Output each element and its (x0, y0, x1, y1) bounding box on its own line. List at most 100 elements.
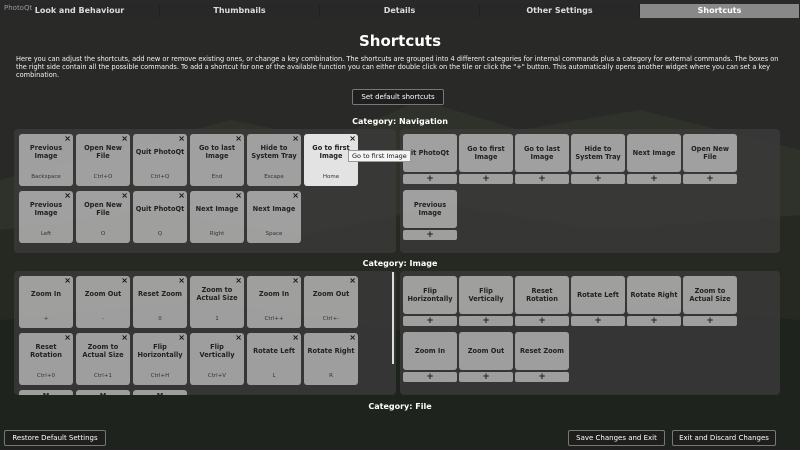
shortcut-key: L (272, 373, 276, 379)
add-shortcut-button[interactable]: + (459, 372, 513, 382)
add-shortcut-button[interactable]: + (403, 372, 457, 382)
save-changes-exit-button[interactable]: Save Changes and Exit (568, 430, 665, 446)
remove-shortcut-icon[interactable]: × (64, 191, 71, 200)
remove-shortcut-icon[interactable]: × (121, 333, 128, 342)
restore-default-settings-button[interactable]: Restore Default Settings (4, 430, 106, 446)
remove-shortcut-icon[interactable]: × (349, 134, 356, 143)
remove-shortcut-icon[interactable]: × (178, 333, 185, 342)
tab-other-settings[interactable]: Other Settings (480, 4, 640, 18)
available-command-tile[interactable]: Next Image (627, 134, 681, 172)
scrollbar[interactable] (392, 272, 394, 364)
remove-shortcut-icon[interactable]: × (292, 276, 299, 285)
available-command-tile[interactable]: Flip Horizontally (403, 276, 457, 314)
remove-shortcut-icon[interactable]: × (292, 191, 299, 200)
shortcut-tile[interactable]: Rotate Right R × (304, 333, 358, 385)
add-shortcut-button[interactable]: + (683, 174, 737, 184)
available-command-tile[interactable]: Open New File (683, 134, 737, 172)
shortcut-tile[interactable]: Quit PhotoQt Ctrl+Q × (133, 134, 187, 186)
remove-shortcut-icon[interactable]: × (349, 276, 356, 285)
shortcut-key: Ctrl+V (207, 373, 227, 379)
available-command-tile[interactable]: Hide to System Tray (571, 134, 625, 172)
shortcut-tile[interactable]: Rotate Left L × (247, 333, 301, 385)
available-command-tile[interactable]: Flip Vertically (459, 276, 513, 314)
shortcut-tile[interactable]: Flip Vertically Ctrl+V × (190, 333, 244, 385)
add-shortcut-button[interactable]: + (403, 230, 457, 240)
available-command-tile[interactable]: Rotate Left (571, 276, 625, 314)
remove-shortcut-icon[interactable]: × (235, 191, 242, 200)
add-shortcut-button[interactable]: + (459, 174, 513, 184)
exit-discard-changes-button[interactable]: Exit and Discard Changes (672, 430, 776, 446)
remove-shortcut-icon[interactable]: × (64, 276, 71, 285)
available-command-tile[interactable]: Zoom to Actual Size (683, 276, 737, 314)
available-command-tile[interactable]: it PhotoQt (403, 134, 457, 172)
remove-shortcut-icon[interactable]: × (235, 134, 242, 143)
set-default-shortcuts-button[interactable]: Set default shortcuts (352, 89, 444, 105)
shortcut-tile[interactable]: Zoom In + × (19, 276, 73, 328)
add-shortcut-button[interactable]: + (515, 372, 569, 382)
add-shortcut-button[interactable]: + (683, 316, 737, 326)
add-shortcut-button[interactable]: + (515, 316, 569, 326)
add-shortcut-button[interactable]: + (403, 174, 457, 184)
shortcut-tile[interactable]: Reset Zoom 0 × (133, 276, 187, 328)
shortcut-tile[interactable]: Flip Horizontally Ctrl+H × (133, 333, 187, 385)
remove-shortcut-icon[interactable]: × (64, 333, 71, 342)
shortcut-tile[interactable]: Go to last Image End × (190, 134, 244, 186)
shortcut-tile[interactable]: Next Image Space × (247, 191, 301, 243)
shortcut-tile[interactable]: Reset Rotation Ctrl+0 × (19, 333, 73, 385)
shortcut-tile[interactable]: Zoom Out - × (76, 276, 130, 328)
remove-shortcut-icon[interactable]: × (121, 276, 128, 285)
remove-shortcut-icon[interactable]: × (292, 134, 299, 143)
shortcut-tile[interactable]: M (133, 390, 187, 395)
add-shortcut-button[interactable]: + (515, 174, 569, 184)
tab-thumbnails[interactable]: Thumbnails (160, 4, 320, 18)
shortcut-key: Left (40, 231, 52, 237)
shortcut-key: Space (265, 231, 283, 237)
shortcut-tile[interactable]: Previous Image Left × (19, 191, 73, 243)
available-command-tile[interactable]: Reset Rotation (515, 276, 569, 314)
remove-shortcut-icon[interactable]: × (178, 191, 185, 200)
available-command-tile[interactable]: Previous Image (403, 190, 457, 228)
available-command-tile[interactable]: Zoom In (403, 332, 457, 370)
shortcut-key: Ctrl+Q (150, 174, 170, 180)
shortcut-tile[interactable]: Previous Image Backspace × (19, 134, 73, 186)
add-shortcut-button[interactable]: + (403, 316, 457, 326)
shortcut-tile[interactable]: Zoom Out Ctrl+- × (304, 276, 358, 328)
tooltip: Go to first Image (348, 150, 411, 162)
add-shortcut-button[interactable]: + (627, 174, 681, 184)
remove-shortcut-icon[interactable]: × (235, 276, 242, 285)
shortcut-key: End (211, 174, 223, 180)
remove-shortcut-icon[interactable]: × (121, 134, 128, 143)
available-command-tile[interactable]: Go to first Image (459, 134, 513, 172)
remove-shortcut-icon[interactable]: × (178, 276, 185, 285)
remove-shortcut-icon[interactable]: × (64, 134, 71, 143)
available-command-tile[interactable]: Rotate Right (627, 276, 681, 314)
shortcut-tile[interactable]: Open New File Ctrl+O × (76, 134, 130, 186)
add-shortcut-button[interactable]: + (571, 174, 625, 184)
remove-shortcut-icon[interactable]: × (292, 333, 299, 342)
add-shortcut-button[interactable]: + (459, 316, 513, 326)
remove-shortcut-icon[interactable]: × (235, 333, 242, 342)
remove-shortcut-icon[interactable]: × (121, 191, 128, 200)
remove-shortcut-icon[interactable]: × (178, 134, 185, 143)
remove-shortcut-icon[interactable]: × (349, 333, 356, 342)
available-command-tile[interactable]: Go to last Image (515, 134, 569, 172)
add-shortcut-button[interactable]: + (627, 316, 681, 326)
available-command-tile[interactable]: Zoom Out (459, 332, 513, 370)
shortcut-tile[interactable]: M (19, 390, 73, 395)
shortcut-tile[interactable]: Open New File O × (76, 191, 130, 243)
shortcut-key: Ctrl+1 (94, 373, 112, 379)
shortcut-tile[interactable]: M (76, 390, 130, 395)
shortcut-key: Ctrl+H (150, 373, 170, 379)
tab-shortcuts[interactable]: Shortcuts (640, 4, 800, 18)
add-shortcut-button[interactable]: + (571, 316, 625, 326)
available-command-tile[interactable]: Reset Zoom (515, 332, 569, 370)
window-corner-label: PhotoQt (4, 4, 33, 12)
shortcut-key: Ctrl++ (264, 316, 284, 322)
shortcut-tile[interactable]: Zoom to Actual Size Ctrl+1 × (76, 333, 130, 385)
shortcut-tile[interactable]: Zoom to Actual Size 1 × (190, 276, 244, 328)
shortcut-tile[interactable]: Zoom In Ctrl++ × (247, 276, 301, 328)
tab-details[interactable]: Details (320, 4, 480, 18)
shortcut-tile[interactable]: Hide to System Tray Escape × (247, 134, 301, 186)
shortcut-tile[interactable]: Next Image Right × (190, 191, 244, 243)
shortcut-tile[interactable]: Quit PhotoQt Q × (133, 191, 187, 243)
